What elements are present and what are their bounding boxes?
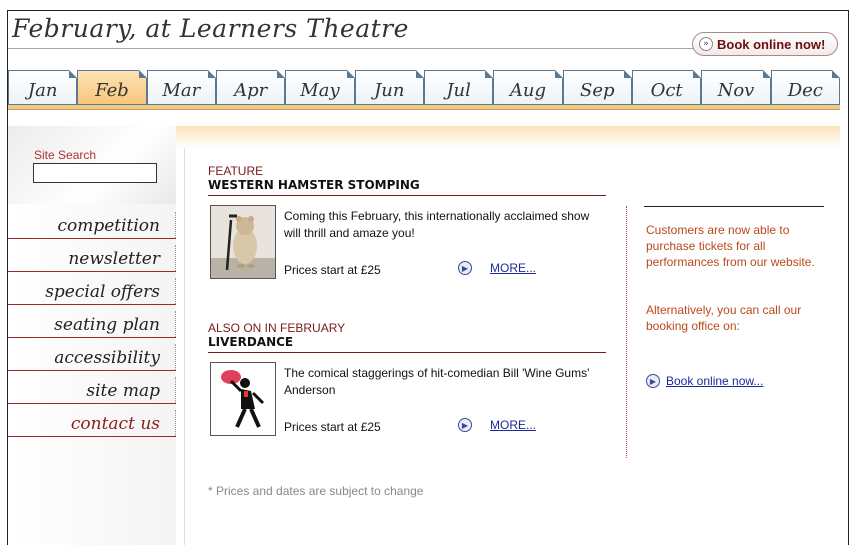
page-title: February, at Learners Theatre: [12, 14, 409, 43]
tab-jan[interactable]: Jan: [8, 70, 78, 104]
tab-dec[interactable]: Dec: [770, 70, 841, 104]
sidebar-item-seating-plan[interactable]: seating plan: [8, 305, 176, 338]
feature-kicker: FEATURE: [208, 164, 264, 178]
also-price: Prices start at £25: [284, 420, 381, 434]
tab-jun[interactable]: Jun: [354, 70, 425, 104]
content-left-border: [184, 148, 185, 545]
also-section: ALSO ON IN FEBRUARY LIVERDANCE The comic…: [208, 321, 608, 448]
tab-aug[interactable]: Aug: [493, 70, 563, 104]
feature-item: Coming this February, this international…: [208, 205, 608, 291]
tab-jul[interactable]: Jul: [423, 70, 494, 104]
side-info-text: Customers are now able to purchase ticke…: [646, 223, 815, 269]
book-online-label: Book online now!: [717, 36, 826, 52]
hamster-image[interactable]: [210, 205, 276, 279]
tab-underbar: [8, 104, 840, 110]
sidebar-nav: competition newsletter special offers se…: [8, 206, 176, 437]
price-disclaimer: * Prices and dates are subject to change: [208, 484, 424, 498]
chevron-right-icon: »: [699, 37, 713, 51]
tab-mar[interactable]: Mar: [146, 70, 217, 104]
tab-nov[interactable]: Nov: [701, 70, 771, 104]
sidebar-item-site-map[interactable]: site map: [8, 371, 176, 404]
play-circle-icon: ▶: [458, 261, 472, 275]
feature-more-link[interactable]: ▶ MORE...: [458, 261, 536, 275]
tab-apr[interactable]: Apr: [215, 70, 286, 104]
sidebar-item-special-offers[interactable]: special offers: [8, 272, 176, 305]
feature-heading: WESTERN HAMSTER STOMPING: [208, 178, 606, 196]
search-input[interactable]: [33, 163, 157, 183]
tab-sep[interactable]: Sep: [562, 70, 633, 104]
side-book-online-label: Book online now...: [666, 374, 764, 388]
also-item: The comical staggerings of hit-comedian …: [208, 362, 608, 448]
feature-price: Prices start at £25: [284, 263, 381, 277]
also-heading: LIVERDANCE: [208, 335, 606, 353]
book-online-button[interactable]: » Book online now!: [692, 32, 838, 56]
side-call-text: Alternatively, you can call our booking …: [646, 303, 802, 333]
content-top-band: [176, 126, 840, 148]
title-underline: [8, 48, 698, 49]
feature-more-label: MORE...: [490, 261, 537, 275]
play-circle-icon: ▶: [646, 374, 660, 388]
sidebar-item-accessibility[interactable]: accessibility: [8, 338, 176, 371]
side-rule: [644, 206, 824, 207]
play-circle-icon: ▶: [458, 418, 472, 432]
search-label: Site Search: [34, 148, 97, 162]
month-tabs: Jan Feb Mar Apr May Jun Jul Aug Sep Oct …: [8, 70, 841, 104]
tab-oct[interactable]: Oct: [631, 70, 702, 104]
sidebar-item-contact-us[interactable]: contact us: [8, 404, 176, 437]
also-description: The comical staggerings of hit-comedian …: [284, 366, 590, 397]
column-divider: [626, 206, 627, 458]
tab-feb[interactable]: Feb: [77, 70, 147, 104]
liverdance-image[interactable]: [210, 362, 276, 436]
side-book-online-link[interactable]: ▶ Book online now...: [646, 374, 763, 388]
also-more-link[interactable]: ▶ MORE...: [458, 418, 536, 432]
also-more-label: MORE...: [490, 418, 537, 432]
also-kicker: ALSO ON IN FEBRUARY: [208, 321, 346, 335]
feature-description: Coming this February, this international…: [284, 209, 590, 240]
sidebar-item-competition[interactable]: competition: [8, 206, 176, 239]
sidebar-item-newsletter[interactable]: newsletter: [8, 239, 176, 272]
main-content: FEATURE WESTERN HAMSTER STOMPING Coming …: [208, 164, 608, 448]
tab-may[interactable]: May: [285, 70, 355, 104]
